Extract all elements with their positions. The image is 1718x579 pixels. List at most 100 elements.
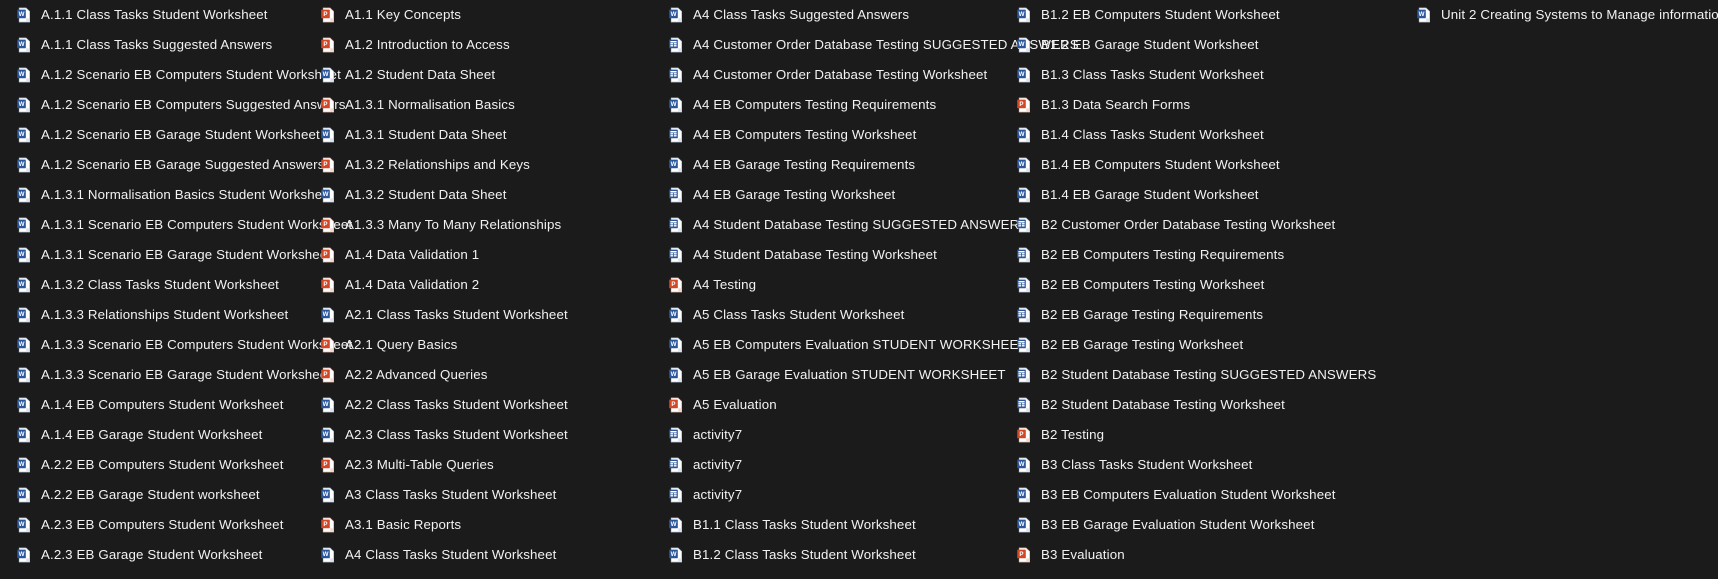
file-list-item[interactable]: W A.1.2 Scenario EB Computers Suggested A… xyxy=(0,90,345,120)
svg-text:W: W xyxy=(19,11,25,18)
svg-text:W: W xyxy=(19,521,25,528)
file-name-label: A4 Customer Order Database Testing Works… xyxy=(693,67,988,82)
file-list-item[interactable]: B2 Student Database Testing SUGGESTED AN… xyxy=(1000,360,1400,390)
file-list-item[interactable]: A4 Student Database Testing Worksheet xyxy=(652,240,1000,270)
file-list-item[interactable]: W A2.2 Class Tasks Student Worksheet xyxy=(304,390,568,420)
file-list-item[interactable]: W A.1.3.2 Class Tasks Student Worksheet xyxy=(0,270,304,300)
access-database-icon xyxy=(668,187,684,203)
file-list-item[interactable]: W A.2.2 EB Computers Student Worksheet xyxy=(0,450,304,480)
file-name-label: A1.2 Student Data Sheet xyxy=(345,67,496,82)
file-list-item[interactable]: W B1.1 Class Tasks Student Worksheet xyxy=(652,510,968,540)
file-list-item[interactable]: W A.1.3.3 Relationships Student Worksheet xyxy=(0,300,304,330)
file-list-item[interactable]: W A.1.4 EB Computers Student Worksheet xyxy=(0,390,304,420)
access-database-icon xyxy=(1016,247,1032,263)
file-list-item[interactable]: P B3 Evaluation xyxy=(1000,540,1400,570)
file-list-item[interactable]: P A1.2 Introduction to Access xyxy=(304,30,557,60)
file-list-item[interactable]: W A.1.3.1 Scenario EB Garage Student Work… xyxy=(0,240,331,270)
file-list-item[interactable]: W B1.4 EB Garage Student Worksheet xyxy=(1000,180,1316,210)
file-name-label: B3 Evaluation xyxy=(1041,547,1125,562)
file-name-label: A.1.3.1 Normalisation Basics Student Wor… xyxy=(41,187,334,202)
file-list-item[interactable]: B2 EB Computers Testing Requirements xyxy=(1000,240,1316,270)
file-list-item[interactable]: W A.2.3 EB Computers Student Worksheet xyxy=(0,510,283,540)
file-list-item[interactable]: P A1.3.3 Many To Many Relationships xyxy=(304,210,561,240)
file-list-item[interactable]: W A2.1 Class Tasks Student Worksheet xyxy=(304,300,568,330)
file-list-item[interactable]: activity7 xyxy=(652,450,968,480)
svg-text:W: W xyxy=(19,401,25,408)
file-list-item[interactable]: W B1.3 Class Tasks Student Worksheet xyxy=(1000,60,1316,90)
word-document-icon: W xyxy=(16,337,32,353)
file-list-item[interactable]: P A1.3.1 Normalisation Basics xyxy=(304,90,557,120)
svg-text:P: P xyxy=(323,221,327,228)
file-list-item[interactable]: W A.1.3.3 Scenario EB Garage Student Work… xyxy=(0,360,331,390)
file-list-item[interactable]: W A.1.3.1 Scenario EB Computers Student W… xyxy=(0,210,352,240)
file-name-label: A.2.3 EB Garage Student Worksheet xyxy=(41,547,263,562)
file-list-item[interactable]: W A.2.3 EB Garage Student Worksheet xyxy=(0,540,262,570)
file-list-item[interactable]: activity7 xyxy=(652,420,968,450)
file-list-item[interactable]: W B1.4 EB Computers Student Worksheet xyxy=(1000,150,1316,180)
file-list-item[interactable]: W B3 EB Garage Evaluation Student Workshe… xyxy=(1000,510,1400,540)
file-list-item[interactable]: W A5 EB Computers Evaluation STUDENT WORK… xyxy=(652,330,1027,360)
file-list-item[interactable]: W B1.4 Class Tasks Student Worksheet xyxy=(1000,120,1316,150)
svg-text:W: W xyxy=(19,551,25,558)
word-document-icon: W xyxy=(320,187,336,203)
file-list-item[interactable]: W B1.2 EB Computers Student Worksheet xyxy=(1000,0,1316,30)
file-list-item[interactable]: W A1.2 Student Data Sheet xyxy=(304,60,557,90)
file-list-item[interactable]: P A3.1 Basic Reports xyxy=(304,510,652,540)
file-list[interactable]: W A.1.1 Class Tasks Student Worksheet W A.1… xyxy=(0,0,1718,579)
file-list-item[interactable]: W A.1.2 Scenario EB Garage Student Worksh… xyxy=(0,120,320,150)
file-list-item[interactable]: A4 Student Database Testing SUGGESTED AN… xyxy=(652,210,1028,240)
file-list-item[interactable]: W B3 Class Tasks Student Worksheet xyxy=(1000,450,1400,480)
file-list-item[interactable]: W A3 Class Tasks Student Worksheet xyxy=(304,480,652,510)
file-list-item[interactable]: W B1.2 EB Garage Student Worksheet xyxy=(1000,30,1316,60)
file-list-item[interactable]: W A.1.2 Scenario EB Computers Student Wor… xyxy=(0,60,341,90)
file-list-item[interactable]: A4 EB Garage Testing Worksheet xyxy=(652,180,1000,210)
file-list-item[interactable]: W A4 EB Garage Testing Requirements xyxy=(652,150,1000,180)
file-list-item[interactable]: B2 Student Database Testing Worksheet xyxy=(1000,390,1400,420)
svg-text:P: P xyxy=(1019,431,1023,438)
file-list-item[interactable]: P A4 Testing xyxy=(652,270,1000,300)
file-list-item[interactable]: W A.1.1 Class Tasks Suggested Answers xyxy=(0,30,304,60)
file-list-item[interactable]: W A1.3.2 Student Data Sheet xyxy=(304,180,557,210)
file-list-item[interactable]: P A1.4 Data Validation 1 xyxy=(304,240,557,270)
svg-text:W: W xyxy=(19,491,25,498)
file-list-item[interactable]: A4 EB Computers Testing Worksheet xyxy=(652,120,1000,150)
file-list-item[interactable]: W A4 EB Computers Testing Requirements xyxy=(652,90,1000,120)
file-list-item[interactable]: A4 Customer Order Database Testing SUGGE… xyxy=(652,30,1079,60)
file-list-item[interactable]: W A.1.3.1 Normalisation Basics Student Wo… xyxy=(0,180,334,210)
file-list-item[interactable]: P A2.2 Advanced Queries xyxy=(304,360,557,390)
file-list-item[interactable]: B2 EB Garage Testing Requirements xyxy=(1000,300,1316,330)
file-list-item[interactable]: P A2.1 Query Basics xyxy=(304,330,557,360)
file-list-item[interactable]: W A.1.3.3 Scenario EB Computers Student W… xyxy=(0,330,352,360)
file-list-item[interactable]: W A1.3.1 Student Data Sheet xyxy=(304,120,557,150)
file-name-label: B2 Testing xyxy=(1041,427,1105,442)
file-list-item[interactable]: W A.1.1 Class Tasks Student Worksheet xyxy=(0,0,304,30)
file-list-item[interactable]: W A4 Class Tasks Student Worksheet xyxy=(304,540,652,570)
file-list-item[interactable]: P A5 Evaluation xyxy=(652,390,968,420)
file-list-item[interactable]: B2 Customer Order Database Testing Works… xyxy=(1000,210,1335,240)
file-list-item[interactable]: W A4 Class Tasks Suggested Answers xyxy=(652,0,1000,30)
access-database-icon xyxy=(1016,337,1032,353)
file-list-item[interactable]: W A.2.2 EB Garage Student worksheet xyxy=(0,480,304,510)
file-list-item[interactable]: activity7 xyxy=(652,480,968,510)
file-list-item[interactable]: P B1.3 Data Search Forms xyxy=(1000,90,1316,120)
file-list-item[interactable]: W A5 Class Tasks Student Worksheet xyxy=(652,300,1000,330)
file-list-item[interactable]: P B2 Testing xyxy=(1000,420,1400,450)
file-name-label: B3 EB Computers Evaluation Student Works… xyxy=(1041,487,1336,502)
word-document-icon: W xyxy=(16,427,32,443)
file-list-item[interactable]: A4 Customer Order Database Testing Works… xyxy=(652,60,1000,90)
file-list-item[interactable]: W A.1.4 EB Garage Student Worksheet xyxy=(0,420,304,450)
file-list-item[interactable]: W A5 EB Garage Evaluation STUDENT WORKSHE… xyxy=(652,360,1005,390)
svg-text:W: W xyxy=(1019,11,1025,18)
file-list-item[interactable]: B2 EB Garage Testing Worksheet xyxy=(1000,330,1400,360)
file-list-item[interactable]: W A2.3 Class Tasks Student Worksheet xyxy=(304,420,568,450)
file-list-item[interactable]: P A1.1 Key Concepts xyxy=(304,0,557,30)
file-list-item[interactable]: P A2.3 Multi-Table Queries xyxy=(304,450,652,480)
file-list-item[interactable]: P A1.4 Data Validation 2 xyxy=(304,270,557,300)
file-list-item[interactable]: B2 EB Computers Testing Worksheet xyxy=(1000,270,1316,300)
file-list-item[interactable]: W Unit 2 Creating Systems to Manage infor… xyxy=(1400,0,1718,30)
file-list-item[interactable]: W A.1.2 Scenario EB Garage Suggested Answ… xyxy=(0,150,324,180)
svg-text:W: W xyxy=(19,281,25,288)
file-list-item[interactable]: W B1.2 Class Tasks Student Worksheet xyxy=(652,540,968,570)
file-list-item[interactable]: W B3 EB Computers Evaluation Student Work… xyxy=(1000,480,1400,510)
file-list-item[interactable]: P A1.3.2 Relationships and Keys xyxy=(304,150,557,180)
